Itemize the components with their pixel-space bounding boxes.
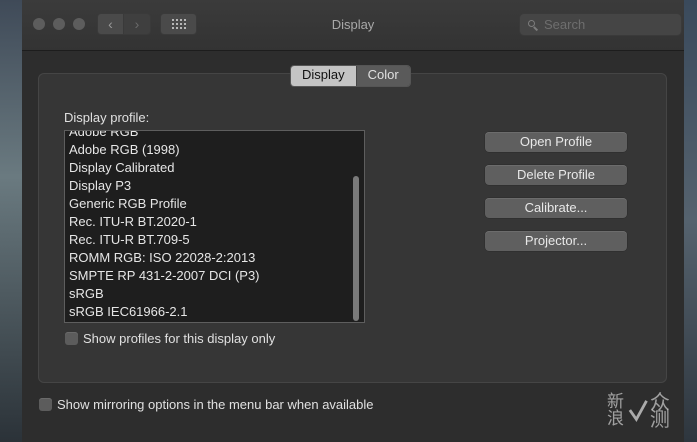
list-item[interactable]: Generic RGB Profile	[69, 195, 260, 213]
list-item[interactable]: Display P3	[69, 177, 260, 195]
watermark-logo: 新浪 众测	[607, 390, 670, 431]
projector-button[interactable]: Projector...	[485, 231, 627, 251]
calibrate-button[interactable]: Calibrate...	[485, 198, 627, 218]
profile-list-items: Adobe RGB Adobe RGB (1998) Display Calib…	[69, 131, 260, 321]
tab-bar: Display Color	[290, 65, 411, 87]
list-item[interactable]: sRGB	[69, 285, 260, 303]
open-profile-button[interactable]: Open Profile	[485, 132, 627, 152]
desktop-background-left	[0, 0, 22, 442]
search-icon	[528, 19, 539, 31]
list-item[interactable]: Adobe RGB	[69, 131, 260, 141]
search-field[interactable]	[519, 13, 682, 36]
preferences-window: ‹ › Display Display Color Display profil…	[22, 0, 684, 442]
tab-display[interactable]: Display	[291, 66, 356, 86]
search-input[interactable]	[544, 17, 674, 32]
list-item[interactable]: Rec. ITU-R BT.2020-1	[69, 213, 260, 231]
mirroring-label: Show mirroring options in the menu bar w…	[57, 397, 374, 412]
list-item[interactable]: Display Calibrated	[69, 159, 260, 177]
mirroring-checkbox[interactable]	[39, 398, 52, 411]
list-scrollbar[interactable]	[353, 176, 359, 321]
checkmark-logo-icon	[628, 400, 648, 422]
list-item[interactable]: Rec. ITU-R BT.709-5	[69, 231, 260, 249]
title-bar: ‹ › Display	[22, 0, 684, 51]
list-item[interactable]: sRGB IEC61966-2.1	[69, 303, 260, 321]
show-profiles-checkbox[interactable]	[65, 332, 78, 345]
list-item[interactable]: ROMM RGB: ISO 22028-2:2013	[69, 249, 260, 267]
list-item[interactable]: Adobe RGB (1998)	[69, 141, 260, 159]
show-profiles-label: Show profiles for this display only	[83, 331, 276, 346]
tab-color[interactable]: Color	[355, 66, 410, 86]
desktop-background-right	[684, 0, 697, 442]
display-profile-label: Display profile:	[64, 110, 150, 125]
profile-list[interactable]: Adobe RGB Adobe RGB (1998) Display Calib…	[64, 130, 365, 323]
list-item[interactable]: SMPTE RP 431-2-2007 DCI (P3)	[69, 267, 260, 285]
delete-profile-button[interactable]: Delete Profile	[485, 165, 627, 185]
